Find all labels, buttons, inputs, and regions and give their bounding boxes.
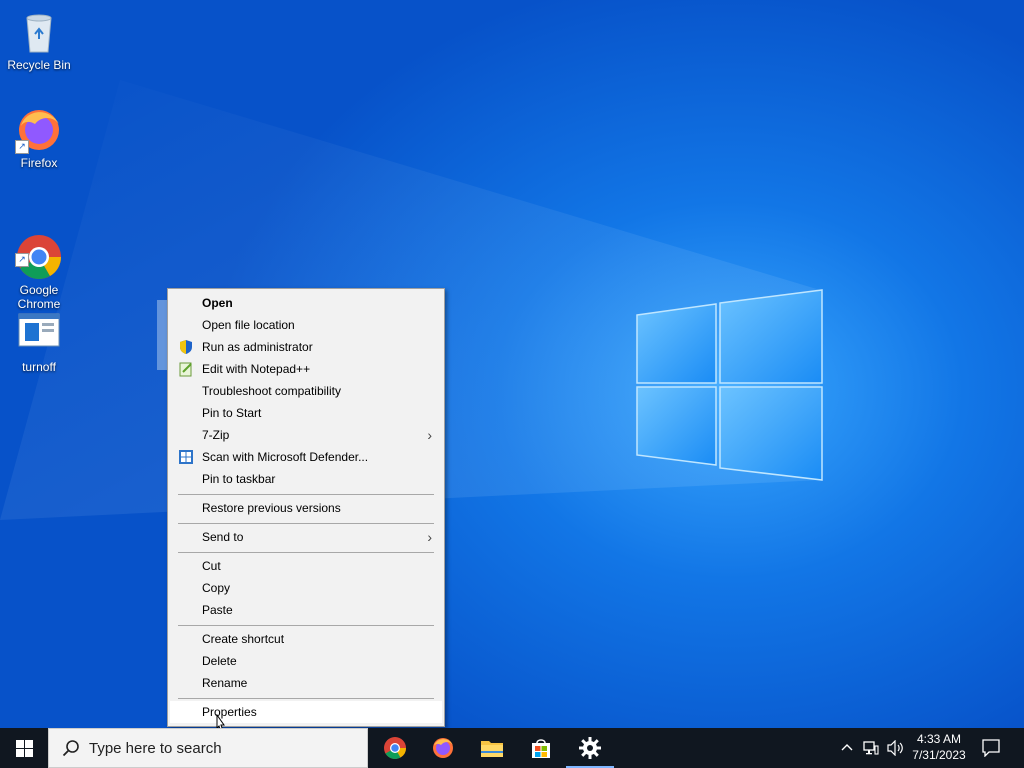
- taskbar-app-microsoft-store[interactable]: [517, 728, 565, 768]
- taskbar-app-chrome[interactable]: [371, 728, 419, 768]
- taskbar-search-box[interactable]: Type here to search: [48, 728, 368, 768]
- chevron-right-icon: ›: [427, 427, 432, 443]
- context-menu: Open Open file location Run as administr…: [167, 288, 445, 727]
- menu-item-pin-to-taskbar[interactable]: Pin to taskbar: [170, 468, 442, 490]
- menu-separator: [178, 698, 434, 699]
- menu-item-cut[interactable]: Cut: [170, 555, 442, 577]
- taskbar-app-settings[interactable]: [566, 728, 614, 768]
- menu-item-restore-previous-versions[interactable]: Restore previous versions: [170, 497, 442, 519]
- recycle-bin-icon: [15, 8, 63, 56]
- chevron-right-icon: ›: [427, 529, 432, 545]
- menu-separator: [178, 625, 434, 626]
- menu-item-rename[interactable]: Rename: [170, 672, 442, 694]
- action-center-button[interactable]: [978, 728, 1006, 768]
- menu-item-delete[interactable]: Delete: [170, 650, 442, 672]
- firefox-icon: ↗: [15, 106, 63, 154]
- menu-item-label: Rename: [202, 676, 248, 690]
- network-button[interactable]: [860, 728, 882, 768]
- shortcut-arrow-icon: ↗: [15, 253, 29, 267]
- windows-start-icon: [16, 740, 33, 757]
- taskbar: Type here to search 4:33 AM 7/31/2023: [0, 728, 1024, 768]
- menu-item-label: Troubleshoot compatibility: [202, 384, 341, 398]
- chrome-icon: [384, 737, 406, 759]
- menu-item-edit-with-notepad-plus-plus[interactable]: Edit with Notepad++: [170, 358, 442, 380]
- menu-item-create-shortcut[interactable]: Create shortcut: [170, 628, 442, 650]
- firefox-icon: [433, 738, 453, 758]
- menu-separator: [178, 523, 434, 524]
- desktop-icon-label: Firefox: [20, 156, 58, 170]
- menu-item-label: Pin to Start: [202, 406, 262, 420]
- menu-item-label: Send to: [202, 530, 244, 544]
- menu-item-label: Edit with Notepad++: [202, 362, 311, 376]
- speaker-icon: [887, 740, 903, 756]
- network-icon: [863, 741, 879, 755]
- menu-item-send-to[interactable]: Send to ›: [170, 526, 442, 548]
- menu-item-label: Pin to taskbar: [202, 472, 276, 486]
- menu-item-label: Delete: [202, 654, 237, 668]
- taskbar-app-file-explorer[interactable]: [468, 728, 516, 768]
- menu-item-label: Properties: [202, 705, 257, 719]
- menu-item-label: Open: [202, 296, 233, 310]
- microsoft-store-icon: [532, 739, 550, 758]
- windows-logo-wallpaper: [0, 80, 823, 520]
- menu-item-label: Copy: [202, 581, 231, 595]
- chevron-up-icon: [841, 744, 853, 751]
- menu-item-label: Restore previous versions: [202, 501, 341, 515]
- menu-item-scan-with-defender[interactable]: Scan with Microsoft Defender...: [170, 446, 442, 468]
- show-hidden-icons-button[interactable]: [838, 728, 856, 768]
- clock-time: 4:33 AM: [916, 732, 962, 746]
- taskbar-clock[interactable]: 4:33 AM 7/31/2023: [904, 731, 974, 763]
- defender-icon: [179, 450, 193, 464]
- menu-item-troubleshoot-compatibility[interactable]: Troubleshoot compatibility: [170, 380, 442, 402]
- menu-item-label: 7-Zip: [202, 428, 230, 442]
- search-icon: [62, 740, 79, 757]
- shortcut-arrow-icon: ↗: [15, 140, 29, 154]
- settings-icon: [579, 737, 601, 759]
- volume-button[interactable]: [884, 728, 906, 768]
- notification-icon: [982, 739, 1000, 757]
- script-file-icon: [15, 312, 63, 348]
- desktop-icon-label: Recycle Bin: [7, 58, 71, 72]
- desktop-icon-google-chrome[interactable]: ↗ Google Chrome: [2, 205, 76, 325]
- uac-shield-icon: [180, 340, 192, 354]
- file-explorer-icon: [481, 741, 503, 757]
- desktop-icon-firefox[interactable]: ↗ Firefox: [2, 106, 76, 170]
- desktop-wallpaper: [0, 0, 1024, 728]
- chrome-icon: ↗: [15, 219, 63, 279]
- menu-item-open[interactable]: Open: [170, 292, 442, 314]
- start-button[interactable]: [0, 728, 48, 768]
- menu-item-paste[interactable]: Paste: [170, 599, 442, 621]
- taskbar-app-firefox[interactable]: [419, 728, 467, 768]
- menu-separator: [178, 494, 434, 495]
- desktop-icon-label: turnoff: [22, 360, 56, 374]
- desktop-icon-recycle-bin[interactable]: Recycle Bin: [2, 8, 76, 72]
- menu-item-properties[interactable]: Properties: [170, 701, 442, 723]
- menu-item-label: Run as administrator: [202, 340, 313, 354]
- menu-item-run-as-administrator[interactable]: Run as administrator: [170, 336, 442, 358]
- desktop-icon-label: Google Chrome: [17, 283, 61, 311]
- menu-item-open-file-location[interactable]: Open file location: [170, 314, 442, 336]
- menu-item-7-zip[interactable]: 7-Zip ›: [170, 424, 442, 446]
- menu-separator: [178, 552, 434, 553]
- menu-item-copy[interactable]: Copy: [170, 577, 442, 599]
- clock-date: 7/31/2023: [912, 748, 966, 762]
- menu-item-label: Scan with Microsoft Defender...: [202, 450, 369, 464]
- menu-item-pin-to-start[interactable]: Pin to Start: [170, 402, 442, 424]
- menu-item-label: Open file location: [202, 318, 295, 332]
- notepad-plus-plus-icon: [179, 362, 192, 377]
- desktop-icon-turnoff[interactable]: turnoff: [2, 312, 76, 374]
- menu-item-label: Create shortcut: [202, 632, 285, 646]
- menu-item-label: Cut: [202, 559, 221, 573]
- search-placeholder: Type here to search: [89, 740, 222, 757]
- menu-item-label: Paste: [202, 603, 233, 617]
